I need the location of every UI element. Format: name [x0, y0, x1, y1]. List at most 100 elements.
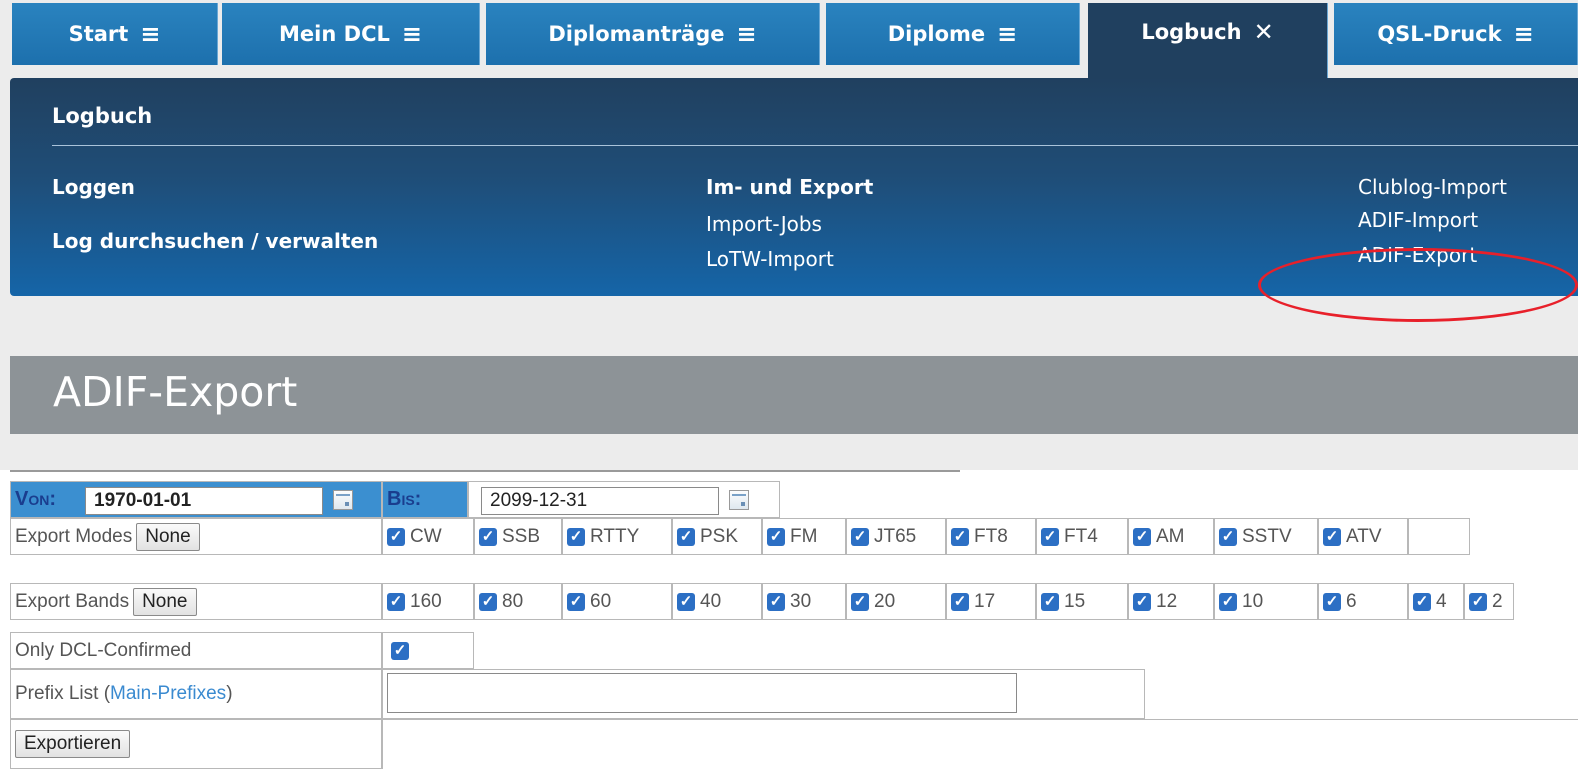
mode-option: ✓ FT4: [1036, 518, 1128, 555]
band-checkbox[interactable]: ✓: [1323, 592, 1341, 611]
band-checkbox[interactable]: ✓: [1133, 592, 1151, 611]
band-option: ✓ 30: [762, 583, 846, 620]
menu-import-jobs-link[interactable]: Import-Jobs: [706, 212, 822, 236]
confirmed-row: Only DCL-Confirmed ✓: [10, 632, 1578, 669]
band-label: 4: [1436, 590, 1447, 612]
band-label: 160: [410, 590, 442, 612]
band-checkbox[interactable]: ✓: [951, 592, 969, 611]
band-checkbox[interactable]: ✓: [1413, 592, 1431, 611]
confirmed-cell: ✓: [382, 632, 474, 669]
form-top-rule: [10, 470, 960, 472]
band-checkbox[interactable]: ✓: [767, 592, 785, 611]
main-prefixes-link[interactable]: Main-Prefixes: [110, 683, 226, 705]
calendar-icon[interactable]: [333, 490, 353, 510]
band-checkbox[interactable]: ✓: [387, 592, 405, 611]
tab-label: QSL-Druck: [1377, 22, 1502, 46]
menu-title: Logbuch: [52, 104, 153, 128]
von-cell: Von: 1970-01-01: [10, 481, 382, 518]
mode-option: ✓ ATV: [1318, 518, 1408, 555]
band-checkbox[interactable]: ✓: [677, 592, 695, 611]
export-button[interactable]: Exportieren: [15, 730, 131, 758]
tab-label: Logbuch: [1141, 20, 1242, 44]
mode-checkbox[interactable]: ✓: [951, 527, 969, 546]
calendar-icon[interactable]: [729, 490, 749, 510]
band-option: ✓ 6: [1318, 583, 1408, 620]
mode-option: ✓ CW: [382, 518, 474, 555]
mode-checkbox[interactable]: ✓: [851, 527, 869, 546]
mode-label: FT4: [1064, 525, 1098, 547]
prefix-row: Prefix List (Main-Prefixes): [10, 669, 1145, 719]
band-option: ✓ 40: [672, 583, 762, 620]
confirmed-checkbox[interactable]: ✓: [391, 641, 409, 660]
mode-label: JT65: [874, 525, 917, 547]
prefix-list-input[interactable]: [387, 673, 1017, 713]
mode-label: ATV: [1346, 525, 1382, 547]
prefix-input-cell: [382, 669, 1145, 719]
bis-date-input[interactable]: 2099-12-31: [481, 487, 719, 515]
date-range-row: Von: 1970-01-01 Bis: 2099-12-31: [10, 481, 780, 518]
band-option: ✓ 160: [382, 583, 474, 620]
tab-logbuch[interactable]: Logbuch ✕: [1088, 3, 1328, 81]
mode-checkbox[interactable]: ✓: [567, 527, 585, 546]
mode-checkbox[interactable]: ✓: [1133, 527, 1151, 546]
band-option: ✓ 60: [562, 583, 672, 620]
tab-start[interactable]: Start ≡: [12, 3, 218, 65]
mode-checkbox[interactable]: ✓: [677, 527, 695, 546]
band-checkbox[interactable]: ✓: [1469, 592, 1487, 611]
band-checkbox[interactable]: ✓: [1219, 592, 1237, 611]
band-option: ✓ 15: [1036, 583, 1128, 620]
band-label: 10: [1242, 590, 1264, 612]
bis-label: Bis:: [382, 481, 468, 518]
band-checkbox[interactable]: ✓: [1041, 592, 1059, 611]
band-label: 20: [874, 590, 896, 612]
menu-clublog-import-link[interactable]: Clublog-Import: [1358, 175, 1507, 199]
tab-label: Mein DCL: [279, 22, 390, 46]
mode-checkbox[interactable]: ✓: [1041, 527, 1059, 546]
tab-mein-dcl[interactable]: Mein DCL ≡: [222, 3, 480, 65]
confirmed-label: Only DCL-Confirmed: [10, 632, 382, 669]
menu-im-export-heading[interactable]: Im- und Export: [706, 175, 873, 199]
bands-none-button[interactable]: None: [133, 587, 197, 616]
tab-diplomantraege[interactable]: Diplomanträge ≡: [486, 3, 820, 65]
band-label: 2: [1492, 590, 1503, 612]
mode-label: CW: [410, 525, 442, 547]
menu-loggen-link[interactable]: Loggen: [52, 175, 135, 199]
mode-label: FT8: [974, 525, 1008, 547]
mode-label: RTTY: [590, 525, 640, 547]
band-checkbox[interactable]: ✓: [851, 592, 869, 611]
band-label: 60: [590, 590, 612, 612]
tab-label: Diplome: [887, 22, 986, 46]
band-checkbox[interactable]: ✓: [479, 592, 497, 611]
mode-option: ✓ FT8: [946, 518, 1036, 555]
tab-qsl-druck[interactable]: QSL-Druck ≡: [1334, 3, 1578, 65]
menu-log-search-link[interactable]: Log durchsuchen / verwalten: [52, 229, 378, 253]
menu-lotw-import-link[interactable]: LoTW-Import: [706, 247, 834, 271]
von-date-input[interactable]: 1970-01-01: [85, 487, 323, 515]
band-checkbox[interactable]: ✓: [567, 592, 585, 611]
mode-checkbox[interactable]: ✓: [767, 527, 785, 546]
mode-checkbox[interactable]: ✓: [479, 527, 497, 546]
export-form: Von: 1970-01-01 Bis: 2099-12-31 Export M…: [0, 470, 1578, 769]
hamburger-icon: ≡: [997, 20, 1018, 48]
hamburger-icon: ≡: [736, 20, 757, 48]
menu-adif-import-link[interactable]: ADIF-Import: [1358, 208, 1478, 232]
band-label: 30: [790, 590, 812, 612]
hamburger-icon: ≡: [140, 20, 161, 48]
band-option: ✓ 20: [846, 583, 946, 620]
mode-checkbox[interactable]: ✓: [387, 527, 405, 546]
highlight-ellipse: [1258, 248, 1578, 322]
mode-checkbox[interactable]: ✓: [1219, 527, 1237, 546]
mode-checkbox[interactable]: ✓: [1323, 527, 1341, 546]
modes-label: Export Modes: [15, 525, 133, 547]
bands-label-cell: Export Bands None: [10, 583, 382, 620]
export-modes-row: Export Modes None ✓ CW ✓ SSB ✓ RTTY ✓ PSK ✓ FM ✓ JT…: [10, 518, 1500, 555]
submit-row: Exportieren: [10, 719, 1578, 769]
band-label: 6: [1346, 590, 1357, 612]
mode-label: FM: [790, 525, 818, 547]
tab-diplome[interactable]: Diplome ≡: [826, 3, 1080, 65]
page-heading-bar: ADIF-Export: [10, 356, 1578, 434]
mode-option: ✓ PSK: [672, 518, 762, 555]
modes-none-button[interactable]: None: [136, 522, 200, 551]
main-tabbar: Start ≡ Mein DCL ≡ Diplomanträge ≡ Diplome ≡…: [0, 0, 1578, 81]
close-icon[interactable]: ✕: [1254, 20, 1274, 44]
